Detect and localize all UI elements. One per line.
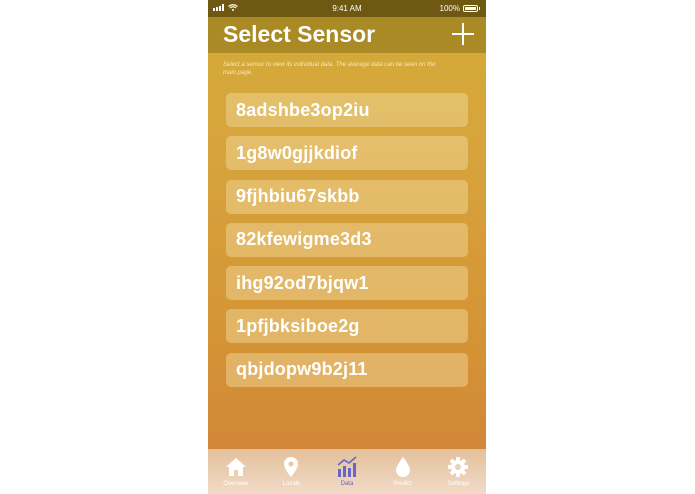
add-sensor-button[interactable] — [452, 23, 474, 45]
sensor-item[interactable]: 8adshbe3op2iu — [226, 93, 468, 127]
tab-label: Data — [340, 481, 354, 487]
tab-label: Overview — [223, 481, 249, 487]
location-pin-icon — [284, 457, 299, 477]
sensor-id: 9fjhbiu67skbb — [236, 186, 360, 207]
tab-label: Settings — [447, 481, 470, 487]
sensor-id: qbjdopw9b2j11 — [236, 359, 368, 380]
battery-percent: 100% — [439, 4, 460, 13]
sensor-id: 1g8w0gjjkdiof — [236, 142, 358, 163]
sensor-id: 82kfewigme3d3 — [236, 229, 372, 250]
battery-icon — [463, 5, 478, 12]
sensor-item[interactable]: 82kfewigme3d3 — [226, 222, 468, 257]
tab-bar: Overview Locals Data Predict Settings — [208, 449, 486, 494]
status-bar: 9:41 AM 100% — [208, 0, 486, 17]
sensor-item[interactable]: 9fjhbiu67skbb — [226, 179, 468, 214]
header: Select Sensor — [208, 17, 486, 53]
sensor-id: 1pfjbksiboe2g — [236, 315, 360, 336]
gear-icon — [448, 457, 469, 477]
tab-data[interactable]: Data — [319, 449, 375, 494]
home-icon — [225, 458, 246, 476]
description-text: Select a sensor to view its individual d… — [223, 62, 436, 76]
sensor-id: ihg92od7bjqw1 — [236, 272, 369, 293]
drop-icon — [395, 457, 410, 477]
sensor-id: 8adshbe3op2iu — [236, 99, 370, 120]
battery-tip — [479, 7, 480, 10]
tab-locals[interactable]: Locals — [264, 449, 320, 494]
tab-predict[interactable]: Predict — [375, 449, 431, 494]
sensor-item[interactable]: 1g8w0gjjkdiof — [226, 136, 468, 171]
tab-label: Locals — [282, 481, 301, 487]
chart-icon — [337, 456, 357, 477]
sensor-item[interactable]: 1pfjbksiboe2g — [226, 309, 468, 344]
sensor-item[interactable]: ihg92od7bjqw1 — [226, 266, 468, 301]
tab-label: Predict — [393, 481, 412, 487]
tab-settings[interactable]: Settings — [430, 449, 486, 494]
tab-overview[interactable]: Overview — [208, 449, 264, 494]
sensor-list: 8adshbe3op2iu 1g8w0gjjkdiof 9fjhbiu67skb… — [226, 93, 468, 396]
page-title: Select Sensor — [223, 21, 376, 47]
status-right: 100% — [440, 4, 480, 13]
sensor-item[interactable]: qbjdopw9b2j11 — [226, 352, 468, 387]
phone-screen: 9:41 AM 100% Select Sensor Select a sens… — [208, 0, 486, 494]
